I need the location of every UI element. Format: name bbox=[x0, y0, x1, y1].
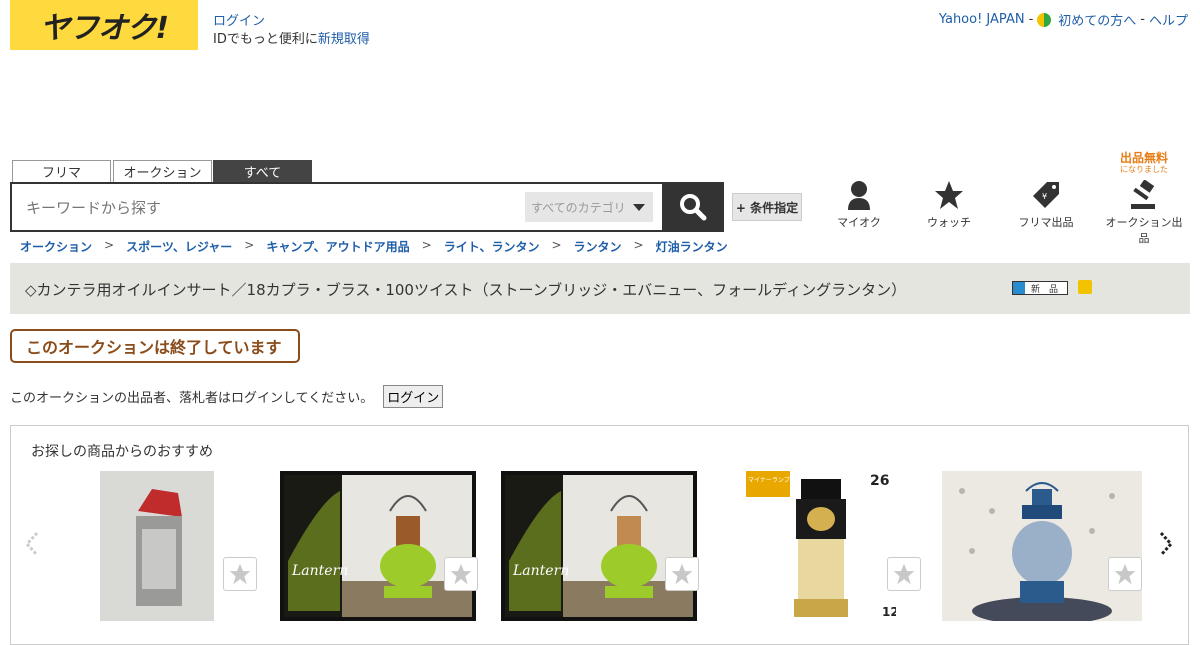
watch-button[interactable] bbox=[1108, 557, 1142, 591]
login-button[interactable]: ログイン bbox=[383, 385, 444, 408]
item-title-bar: ◇カンテラ用オイルインサート／18カプラ・ブラス・100ツイスト（ストーンブリッ… bbox=[10, 263, 1190, 314]
gavel-icon bbox=[1131, 180, 1155, 209]
separator: - bbox=[1028, 12, 1034, 27]
product-image bbox=[100, 471, 214, 621]
recommend-title: お探しの商品からのおすすめ bbox=[31, 444, 213, 460]
new-badge: 新 品 bbox=[1012, 281, 1068, 295]
product-image: マイナーランプ ヨットランプ 26 12 bbox=[746, 471, 896, 619]
breadcrumb-sep: > bbox=[633, 238, 644, 252]
nav-myauc[interactable]: マイオク bbox=[819, 180, 899, 230]
tab-all[interactable]: すべて bbox=[213, 160, 312, 182]
breadcrumb-item[interactable]: オークション bbox=[20, 238, 92, 255]
breadcrumb-item[interactable]: 灯油ランタン bbox=[656, 238, 728, 255]
star-icon bbox=[893, 563, 915, 585]
product-image bbox=[942, 471, 1142, 621]
beginner-link[interactable]: 初めての方へ bbox=[1058, 10, 1136, 29]
breadcrumb-sep: > bbox=[551, 238, 562, 252]
nav-label: マイオク bbox=[837, 216, 881, 229]
yahuoku-logo[interactable]: ヤフオク! bbox=[10, 0, 198, 50]
product-thumbnail[interactable] bbox=[100, 471, 214, 621]
nav-furima-sell[interactable]: ¥ フリマ出品 bbox=[1006, 180, 1086, 230]
login-message: このオークションの出品者、落札者はログインしてください。 bbox=[10, 391, 374, 406]
product-thumbnail[interactable]: Lantern bbox=[280, 471, 476, 621]
watch-button[interactable] bbox=[887, 557, 921, 591]
category-select[interactable]: すべてのカテゴリ bbox=[525, 192, 653, 222]
star-icon bbox=[671, 563, 693, 585]
prev-arrow-icon[interactable] bbox=[25, 531, 39, 557]
category-label: すべてのカテゴリ bbox=[531, 200, 626, 215]
breadcrumb-sep: > bbox=[104, 238, 115, 252]
next-arrow-icon[interactable] bbox=[1159, 531, 1173, 557]
separator: - bbox=[1140, 12, 1145, 27]
breadcrumb-item[interactable]: ライト、ランタン bbox=[444, 238, 540, 255]
nav-label: オークション出品 bbox=[1105, 216, 1183, 245]
help-link[interactable]: ヘルプ bbox=[1149, 10, 1188, 29]
product-thumbnail[interactable]: マイナーランプ ヨットランプ 26 12 bbox=[746, 471, 896, 621]
product-image: Lantern bbox=[284, 475, 472, 617]
signup-link[interactable]: 新規取得 bbox=[318, 32, 370, 47]
breadcrumb-sep: > bbox=[421, 238, 432, 252]
product-label: Lantern bbox=[512, 563, 569, 579]
free-listing-badge: 出品無料 になりました bbox=[1104, 152, 1184, 176]
watch-button[interactable] bbox=[665, 557, 699, 591]
chevron-down-icon bbox=[633, 204, 645, 211]
tab-furima[interactable]: フリマ bbox=[12, 160, 111, 182]
breadcrumb-item[interactable]: スポーツ、レジャー bbox=[126, 238, 232, 255]
beginner-icon bbox=[1037, 12, 1052, 27]
login-link[interactable]: ログイン bbox=[213, 10, 265, 29]
yahoo-japan-link[interactable]: Yahoo! JAPAN bbox=[939, 12, 1025, 27]
product-image: Lantern bbox=[505, 475, 693, 617]
product-height: 26 bbox=[870, 473, 889, 489]
breadcrumb-item[interactable]: キャンプ、アウトドア用品 bbox=[266, 238, 409, 255]
tab-auction[interactable]: オークション bbox=[113, 160, 212, 182]
search-button[interactable] bbox=[662, 182, 724, 232]
login-message-row: このオークションの出品者、落札者はログインしてください。 ログイン bbox=[10, 385, 444, 408]
price-tag-icon: ¥ bbox=[1033, 182, 1059, 208]
condition-button[interactable]: + 条件指定 bbox=[732, 193, 802, 221]
star-icon bbox=[935, 181, 963, 209]
logo-text: ヤフオク! bbox=[39, 11, 169, 46]
new-icon bbox=[1013, 282, 1025, 294]
seller-icon bbox=[1078, 280, 1092, 294]
new-badge-text: 新 品 bbox=[1031, 284, 1059, 295]
breadcrumb-sep: > bbox=[244, 238, 255, 252]
recommend-panel: お探しの商品からのおすすめ Lantern Lantern マイナーランプ ヨッ… bbox=[10, 425, 1189, 645]
free-badge-sub: になりました bbox=[1120, 165, 1168, 174]
watch-button[interactable] bbox=[223, 557, 257, 591]
star-icon bbox=[1114, 563, 1136, 585]
product-thumbnail[interactable] bbox=[942, 471, 1142, 621]
breadcrumb-item[interactable]: ランタン bbox=[574, 238, 622, 255]
login-sub-text: IDでもっと便利に bbox=[213, 32, 318, 47]
person-icon bbox=[848, 181, 870, 210]
product-thumbnail[interactable]: Lantern bbox=[501, 471, 697, 621]
product-label: Lantern bbox=[291, 563, 348, 579]
item-title: ◇カンテラ用オイルインサート／18カプラ・ブラス・100ツイスト（ストーンブリッ… bbox=[25, 281, 907, 299]
free-badge-main: 出品無料 bbox=[1119, 151, 1168, 165]
watch-button[interactable] bbox=[444, 557, 478, 591]
star-icon bbox=[450, 563, 472, 585]
top-links: Yahoo! JAPAN - 初めての方へ - ヘルプ bbox=[939, 10, 1188, 29]
search-bar: すべてのカテゴリ bbox=[10, 182, 724, 232]
nav-label: ウォッチ bbox=[927, 216, 971, 229]
product-size: 12 bbox=[882, 605, 896, 619]
nav-auction-sell[interactable]: オークション出品 bbox=[1101, 180, 1187, 246]
svg-text:¥: ¥ bbox=[1042, 192, 1047, 201]
star-icon bbox=[229, 563, 251, 585]
nav-watch[interactable]: ウォッチ bbox=[909, 180, 989, 230]
search-input[interactable] bbox=[24, 194, 508, 222]
login-sub: IDでもっと便利に新規取得 bbox=[213, 28, 370, 47]
auction-ended-banner: このオークションは終了しています bbox=[10, 329, 300, 363]
search-icon bbox=[680, 194, 707, 221]
breadcrumb: オークション > スポーツ、レジャー > キャンプ、アウトドア用品 > ライト、ランタ… bbox=[20, 238, 728, 255]
nav-label: フリマ出品 bbox=[1018, 216, 1074, 229]
